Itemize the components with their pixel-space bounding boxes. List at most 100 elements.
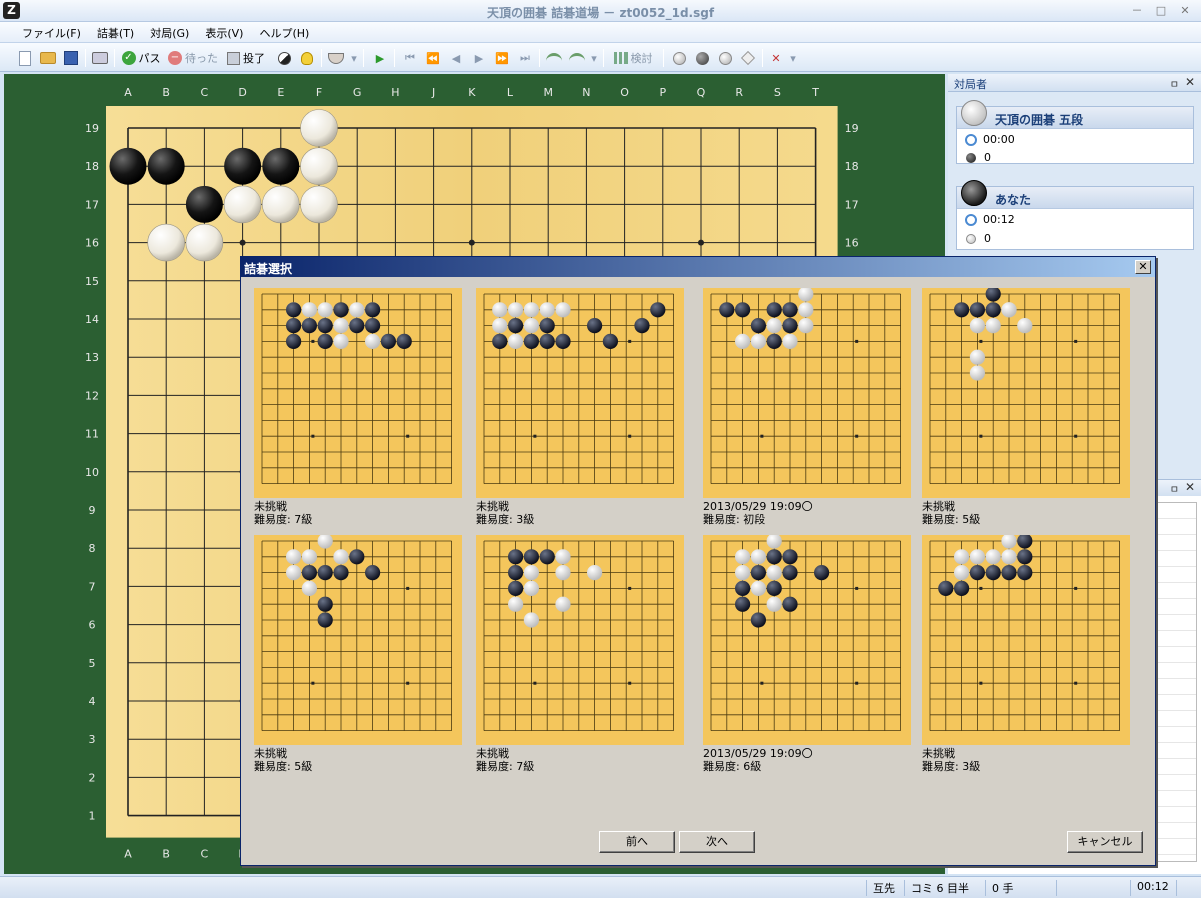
print-button[interactable]	[89, 47, 111, 69]
resign-button[interactable]: 投了	[222, 47, 270, 69]
eraser-button[interactable]	[737, 47, 759, 69]
star-point	[855, 434, 859, 438]
black-stone	[109, 147, 147, 185]
menu-game[interactable]: 対局(G)	[142, 22, 197, 42]
white-stone-button[interactable]	[714, 47, 736, 69]
menu-file[interactable]: ファイル(F)	[14, 22, 89, 42]
branch-forward-button[interactable]	[566, 47, 588, 69]
cancel-button[interactable]: キャンセル	[1067, 831, 1143, 853]
column-label: D	[238, 86, 246, 99]
toolbar-separator	[321, 49, 322, 67]
problem-thumbnail[interactable]	[254, 535, 462, 745]
problem-thumbnail[interactable]	[922, 535, 1130, 745]
problem-caption: 2013/05/29 19:09〇 難易度: 6級	[703, 747, 813, 773]
rewind-button[interactable]: ⏪	[422, 47, 444, 69]
new-file-button[interactable]	[14, 47, 36, 69]
turn-status: 互先	[866, 880, 895, 896]
problem-thumbnail[interactable]	[703, 535, 911, 745]
toolbar-overflow-button-1[interactable]: ▾	[348, 47, 360, 69]
star-point	[979, 434, 983, 438]
problem-thumbnail[interactable]	[922, 288, 1130, 498]
previous-page-button[interactable]: 前へ	[599, 831, 675, 853]
problem-difficulty: 難易度: 7級	[254, 513, 313, 526]
save-file-button[interactable]	[60, 47, 82, 69]
row-label: 4	[89, 695, 96, 708]
column-label: B	[162, 86, 170, 99]
star-point	[628, 681, 632, 685]
pass-button[interactable]: ✓ パス	[118, 47, 164, 69]
place-stones-button[interactable]	[668, 47, 690, 69]
delete-button[interactable]: ✕	[766, 47, 786, 69]
black-stone-button[interactable]	[691, 47, 713, 69]
black-stone	[317, 333, 333, 349]
problem-thumbnail[interactable]	[254, 288, 462, 498]
black-stone	[969, 302, 985, 318]
title-bar: Z 天頂の囲碁 詰碁道場 － zt0052_1d.sgf － □ ✕	[0, 0, 1201, 22]
white-stone	[969, 365, 985, 381]
column-label: P	[659, 86, 666, 99]
white-stone	[735, 549, 751, 565]
dialog-title: 詰碁選択	[244, 262, 293, 276]
clock-status: 00:12	[1130, 880, 1169, 896]
undo-move-button[interactable]: − 待った	[166, 47, 220, 69]
white-stone	[333, 318, 349, 334]
column-label: H	[391, 86, 399, 99]
black-stone	[286, 318, 302, 334]
problem-thumbnail[interactable]	[476, 288, 684, 498]
hint-button[interactable]	[296, 47, 318, 69]
white-stone	[766, 596, 782, 612]
white-player-card: 天頂の囲碁 五段 00:00 0	[956, 100, 1194, 164]
star-point	[406, 586, 410, 590]
menu-help[interactable]: ヘルプ(H)	[251, 22, 317, 42]
stone-color-button[interactable]	[273, 47, 295, 69]
black-stone	[523, 549, 539, 565]
row-label: 11	[85, 428, 99, 441]
problem-difficulty: 難易度: 5級	[254, 760, 313, 773]
check-circle-icon: ✓	[121, 51, 136, 65]
problem-status: 未挑戦	[922, 500, 955, 513]
close-window-button[interactable]: ✕	[1173, 2, 1197, 19]
menu-view[interactable]: 表示(V)	[197, 22, 251, 42]
minimize-button[interactable]: －	[1125, 2, 1149, 19]
previous-move-button[interactable]: ◀	[445, 47, 467, 69]
toolbar-overflow-button-2[interactable]: ▾	[588, 47, 600, 69]
problem-status: 未挑戦	[922, 747, 955, 760]
problem-thumbnail[interactable]	[476, 535, 684, 745]
white-stone	[317, 302, 333, 318]
printer-icon	[92, 52, 108, 64]
problem-thumbnail[interactable]	[703, 288, 911, 498]
pin-icon[interactable]: ㅁ	[1170, 481, 1179, 496]
play-button[interactable]: ▶	[369, 47, 391, 69]
first-move-button[interactable]: ⏮	[399, 47, 421, 69]
close-panel-icon[interactable]: ✕	[1185, 480, 1195, 494]
last-move-button[interactable]: ⏭	[514, 47, 536, 69]
star-point	[311, 339, 315, 343]
status-empty-cell	[1056, 880, 1130, 896]
menu-tsumego[interactable]: 詰碁(T)	[89, 22, 142, 42]
white-stone	[261, 185, 300, 224]
fast-forward-button[interactable]: ⏩	[491, 47, 513, 69]
next-page-button[interactable]: 次へ	[679, 831, 755, 853]
stone-bowl-button[interactable]	[325, 47, 347, 69]
black-stone	[301, 318, 317, 334]
maximize-button[interactable]: □	[1149, 2, 1173, 19]
pin-icon[interactable]: ㅁ	[1170, 76, 1179, 91]
open-file-button[interactable]	[37, 47, 59, 69]
black-stone	[969, 565, 985, 581]
thumbnail-board	[476, 288, 684, 498]
branch-back-button[interactable]	[543, 47, 565, 69]
curved-arrow-left-icon	[546, 53, 562, 63]
white-captures: 0	[984, 151, 991, 164]
next-move-button[interactable]: ▶	[468, 47, 490, 69]
toolbar-overflow-button-3[interactable]: ▾	[787, 47, 799, 69]
close-panel-icon[interactable]: ✕	[1185, 75, 1195, 89]
review-button[interactable]: 検討	[608, 47, 658, 69]
black-time: 00:12	[983, 213, 1015, 226]
column-label: R	[735, 86, 743, 99]
stone-bowl-icon	[328, 52, 344, 64]
black-stone	[766, 580, 782, 596]
star-point	[855, 339, 859, 343]
black-stone	[750, 318, 766, 334]
dialog-close-button[interactable]: ✕	[1135, 260, 1151, 274]
column-label: N	[582, 86, 590, 99]
